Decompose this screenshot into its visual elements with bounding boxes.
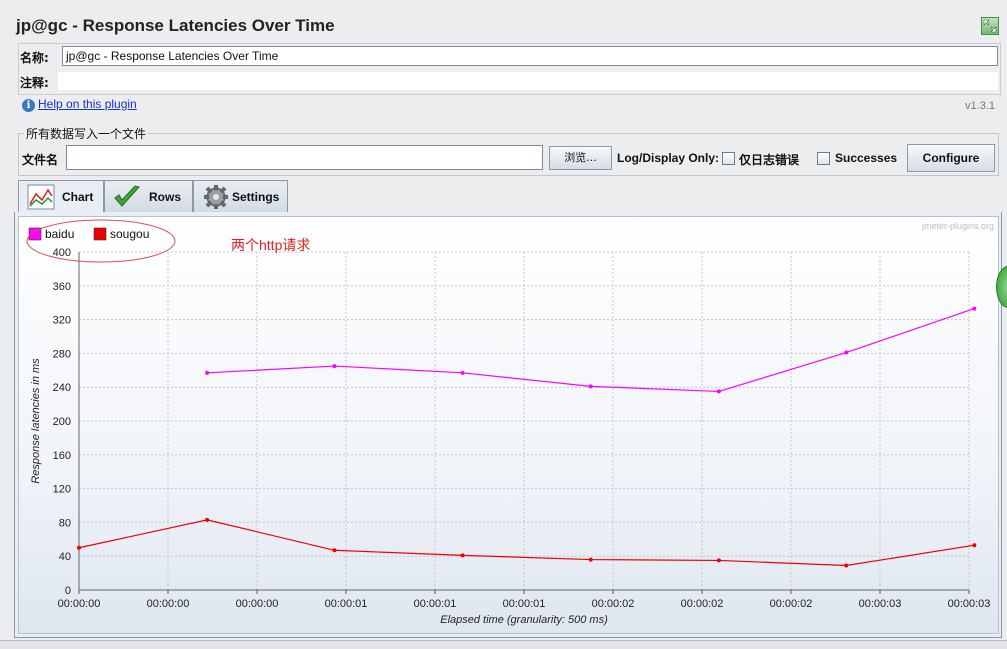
y-tick-label: 200 [53,416,71,428]
y-tick-label: 0 [65,585,71,597]
watermark: jmeter-plugins.org [921,221,994,231]
successes-checkbox-label: Successes [835,151,898,165]
x-tick-label: 00:00:02 [681,598,724,610]
x-tick-label: 00:00:03 [948,598,991,610]
legend-highlight-ellipse [26,219,176,263]
checkmark-icon [113,184,141,210]
x-tick-label: 00:00:01 [414,598,457,610]
help-link[interactable]: Help on this plugin [38,97,137,111]
annotation-text: 两个http请求 [231,237,310,253]
data-point-sougou [716,558,721,563]
version-label: v1.3.1 [965,100,995,112]
data-point-sougou [205,517,210,522]
x-tick-label: 00:00:00 [236,598,279,610]
x-tick-label: 00:00:02 [592,598,635,610]
tab-rows[interactable]: Rows [104,180,193,213]
series-line-baidu [207,308,975,393]
tab-rows-label: Rows [149,190,182,204]
chart-icon [27,184,55,210]
y-tick-label: 320 [53,315,71,327]
log-display-label: Log/Display Only: [617,151,720,165]
data-point-baidu [716,389,721,394]
info-icon: i [22,99,35,112]
data-point-baidu [844,350,849,355]
data-point-baidu [460,370,465,375]
x-tick-label: 00:00:01 [325,598,368,610]
filename-label: 文件名 [22,153,59,167]
data-point-baidu [205,370,210,375]
name-label: 名称: [20,51,49,65]
data-point-sougou [77,545,81,550]
data-point-sougou [460,553,465,558]
legend-label-sougou: sougou [110,227,149,241]
x-axis-label: Elapsed time (granularity: 500 ms) [440,614,608,626]
tab-chart-label: Chart [62,190,94,204]
y-tick-label: 80 [59,517,71,529]
data-point-sougou [588,557,593,562]
data-point-baidu [332,364,337,369]
browse-button[interactable]: 浏览... [549,146,612,170]
latency-chart: 0408012016020024028032036040000:00:00 00:… [26,219,994,626]
data-point-baidu [588,384,593,389]
tab-settings[interactable]: Settings [193,180,288,213]
y-tick-label: 120 [53,484,71,496]
y-axis-label: Response latencies in ms [30,358,42,484]
series-line-sougou [78,519,975,567]
successes-checkbox[interactable] [817,152,830,165]
legend-swatch-sougou [93,227,107,241]
file-section-legend: 所有数据写入一个文件 [24,125,149,142]
x-tick-label: 00:00:00 [147,598,190,610]
gear-icon [202,184,230,210]
y-tick-label: 280 [53,348,71,360]
configure-button[interactable]: Configure [907,144,995,172]
errors-checkbox[interactable] [722,152,735,165]
y-tick-label: 360 [53,281,71,293]
legend-label-baidu: baidu [45,227,74,241]
name-input[interactable]: jp@gc - Response Latencies Over Time [62,46,998,66]
comment-input[interactable] [58,72,998,90]
chart-area: 0 40 80 120 160 200 240 280 320 360 400 00:00:00 00:… [18,216,999,634]
data-point-sougou [844,563,849,568]
page-title: jp@gc - Response Latencies Over Time [16,16,335,35]
y-tick-label: 160 [53,450,71,462]
x-tick-label: 00:00:02 [770,598,813,610]
errors-checkbox-label: 仅日志错误 [739,153,800,167]
expand-icon[interactable] [981,17,999,35]
data-point-sougou [972,543,977,548]
y-tick-label: 40 [59,551,71,563]
tab-chart[interactable]: Chart [18,180,104,214]
comment-label: 注释: [20,76,49,90]
data-point-baidu [972,306,977,311]
status-bar [0,640,1007,649]
filename-input[interactable] [66,145,543,170]
data-point-sougou [332,548,337,553]
x-tick-label: 00:00:03 [859,598,902,610]
x-tick-label: 00:00:00 [58,598,101,610]
tab-settings-label: Settings [232,190,280,204]
x-tick-label: 00:00:01 [503,598,546,610]
y-tick-label: 240 [53,382,71,394]
